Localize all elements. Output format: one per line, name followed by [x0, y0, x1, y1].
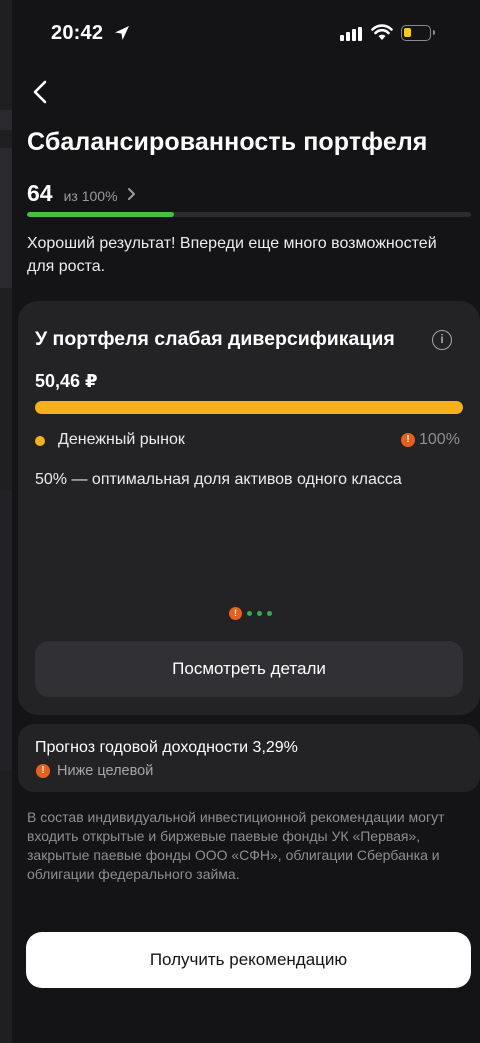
background-panel	[0, 148, 12, 288]
forecast-card[interactable]	[18, 724, 480, 792]
legend-label: Денежный рынок	[58, 431, 185, 448]
forecast-status: Ниже целевой	[57, 763, 154, 779]
status-bar: 20:42	[0, 0, 480, 70]
view-details-button[interactable]: Посмотреть детали	[35, 641, 463, 697]
get-recommendation-button[interactable]: Получить рекомендацию	[26, 932, 471, 988]
score-row[interactable]: 64 из 100%	[27, 180, 137, 207]
page-title: Сбалансированность портфеля	[27, 128, 428, 156]
warning-icon: !	[401, 433, 415, 447]
background-panel-lower	[0, 490, 12, 770]
optimal-share-note: 50% — оптимальная доля активов одного кл…	[35, 471, 402, 488]
score-description: Хороший результат! Впереди еще много воз…	[27, 235, 437, 275]
asset-allocation-bar	[35, 401, 463, 414]
warning-icon: !	[36, 764, 50, 778]
score-value: 64	[27, 180, 53, 206]
card-pager[interactable]: !	[229, 607, 272, 620]
battery-icon	[401, 25, 435, 41]
score-progress-bar	[27, 212, 471, 217]
pager-dot[interactable]	[257, 611, 262, 616]
score-of: из 100%	[63, 188, 118, 204]
forecast-title: Прогноз годовой доходности 3,29%	[35, 739, 298, 756]
status-time: 20:42	[51, 22, 104, 44]
disclaimer-text: В состав индивидуальной инвестиционной р…	[27, 809, 445, 882]
portfolio-amount: 50,46 ₽	[35, 371, 98, 391]
legend-dot	[35, 436, 45, 446]
wifi-icon	[371, 24, 393, 40]
signal-icon	[340, 27, 362, 41]
chevron-right-icon	[127, 188, 135, 200]
score-progress-fill	[27, 212, 174, 217]
legend-percent: 100%	[419, 431, 460, 448]
back-chevron-icon[interactable]	[28, 78, 54, 106]
background-strip	[0, 110, 12, 130]
pager-dot[interactable]	[247, 611, 252, 616]
pager-dot[interactable]	[267, 611, 272, 616]
location-arrow-icon	[115, 26, 129, 40]
background-page-edge	[0, 0, 12, 1043]
card-title: У портфеля слабая диверсификация	[35, 328, 395, 350]
info-icon[interactable]: i	[432, 330, 452, 350]
pager-warning-icon[interactable]: !	[229, 607, 242, 620]
